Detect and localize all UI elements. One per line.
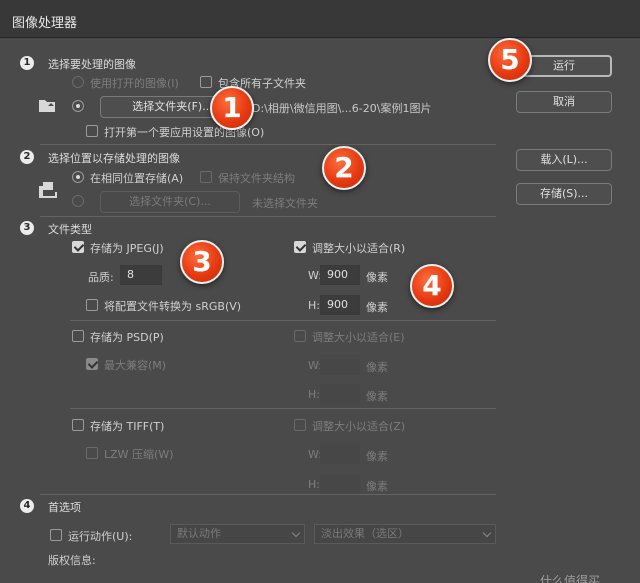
section-2-title: 选择位置以存储处理的图像: [48, 152, 180, 165]
action-select[interactable]: 淡出效果（选区）: [314, 524, 496, 544]
jpeg-height-label: H:: [308, 299, 320, 312]
image-processor-dialog: 1 选择要处理的图像 使用打开的图像(I) 包含所有子文件夹 选择文件夹(F).…: [0, 38, 640, 583]
resize-tiff-label: 调整大小以适合(Z): [312, 420, 406, 433]
use-open-images-label: 使用打开的图像(I): [90, 77, 179, 90]
save-as-psd-checkbox[interactable]: [72, 330, 84, 342]
step-2-marker: 2: [20, 150, 34, 164]
psd-width-input[interactable]: [320, 355, 360, 375]
keep-folder-structure-checkbox[interactable]: [200, 171, 212, 183]
max-compat-label: 最大兼容(M): [104, 359, 167, 372]
psd-height-input[interactable]: [320, 384, 360, 404]
resize-tiff-checkbox[interactable]: [294, 419, 306, 431]
lzw-compression-label: LZW 压缩(W): [104, 448, 174, 461]
jpeg-height-input[interactable]: 900: [320, 295, 360, 315]
psd-height-label: H:: [308, 388, 320, 401]
annotation-badge-4: 4: [410, 264, 454, 308]
jpeg-width-input[interactable]: 900: [320, 265, 360, 285]
tiff-height-unit: 像素: [366, 480, 388, 493]
step-3-marker: 3: [20, 221, 34, 235]
resize-psd-checkbox[interactable]: [294, 330, 306, 342]
save-as-jpeg-checkbox[interactable]: [72, 241, 84, 253]
resize-jpeg-checkbox[interactable]: [294, 241, 306, 253]
use-open-images-radio[interactable]: [72, 76, 84, 88]
watermark-text: 什么值得买: [540, 574, 601, 583]
jpeg-width-unit: 像素: [366, 271, 388, 284]
run-action-label: 运行动作(U):: [68, 530, 133, 543]
same-location-radio[interactable]: [72, 171, 84, 183]
convert-srgb-checkbox[interactable]: [86, 299, 98, 311]
resize-psd-label: 调整大小以适合(E): [312, 331, 405, 344]
include-subfolders-checkbox[interactable]: [200, 76, 212, 88]
select-dest-folder-button[interactable]: 选择文件夹(C)...: [100, 191, 240, 213]
psd-height-unit: 像素: [366, 390, 388, 403]
keep-folder-structure-label: 保持文件夹结构: [218, 172, 295, 185]
folder-save-icon: [39, 182, 57, 198]
resize-jpeg-label: 调整大小以适合(R): [312, 242, 406, 255]
save-settings-button[interactable]: 存储(S)...: [516, 183, 612, 205]
tiff-width-input[interactable]: [320, 444, 360, 464]
quality-input[interactable]: 8: [120, 265, 162, 285]
chevron-down-icon: [482, 528, 492, 538]
psd-width-unit: 像素: [366, 361, 388, 374]
select-dest-folder-radio[interactable]: [72, 195, 84, 207]
action-value: 淡出效果（选区）: [321, 527, 409, 540]
annotation-badge-3: 3: [180, 240, 224, 284]
save-as-psd-label: 存储为 PSD(P): [90, 331, 164, 344]
lzw-compression-checkbox[interactable]: [86, 447, 98, 459]
action-set-select[interactable]: 默认动作: [170, 524, 305, 544]
annotation-badge-1: 1: [210, 86, 254, 130]
action-set-value: 默认动作: [177, 527, 221, 540]
section-1-title: 选择要处理的图像: [48, 58, 136, 71]
convert-srgb-label: 将配置文件转换为 sRGB(V): [104, 300, 242, 313]
cancel-button[interactable]: 取消: [516, 91, 612, 113]
select-folder-radio[interactable]: [72, 100, 84, 112]
section-divider: [40, 216, 496, 217]
section-divider: [40, 494, 496, 495]
window-title: 图像处理器: [12, 16, 78, 31]
copyright-label: 版权信息:: [48, 554, 96, 567]
load-button[interactable]: 载入(L)...: [516, 149, 612, 171]
section-4-title: 首选项: [48, 501, 81, 514]
subsection-divider: [70, 320, 496, 321]
section-3-title: 文件类型: [48, 223, 92, 236]
source-folder-path: D:\相册\微信用图\...6-20\案例1图片: [252, 102, 432, 115]
chevron-down-icon: [291, 528, 301, 538]
save-as-jpeg-label: 存储为 JPEG(J): [90, 242, 164, 255]
save-as-tiff-label: 存储为 TIFF(T): [90, 420, 165, 433]
annotation-badge-5: 5: [488, 38, 532, 82]
tiff-width-unit: 像素: [366, 450, 388, 463]
run-action-checkbox[interactable]: [50, 529, 62, 541]
folder-image-icon: [39, 100, 55, 112]
open-first-image-checkbox[interactable]: [86, 125, 98, 137]
step-1-marker: 1: [20, 56, 34, 70]
tiff-height-input[interactable]: [320, 474, 360, 494]
section-divider: [40, 144, 496, 145]
step-4-marker: 4: [20, 499, 34, 513]
no-folder-selected-label: 未选择文件夹: [252, 197, 318, 210]
tiff-height-label: H:: [308, 478, 320, 491]
jpeg-height-unit: 像素: [366, 301, 388, 314]
title-bar: 图像处理器: [0, 0, 640, 38]
quality-label: 品质:: [88, 271, 114, 284]
annotation-badge-2: 2: [322, 146, 366, 190]
max-compat-checkbox[interactable]: [86, 358, 98, 370]
save-as-tiff-checkbox[interactable]: [72, 419, 84, 431]
subsection-divider: [70, 408, 496, 409]
same-location-label: 在相同位置存储(A): [90, 172, 184, 185]
